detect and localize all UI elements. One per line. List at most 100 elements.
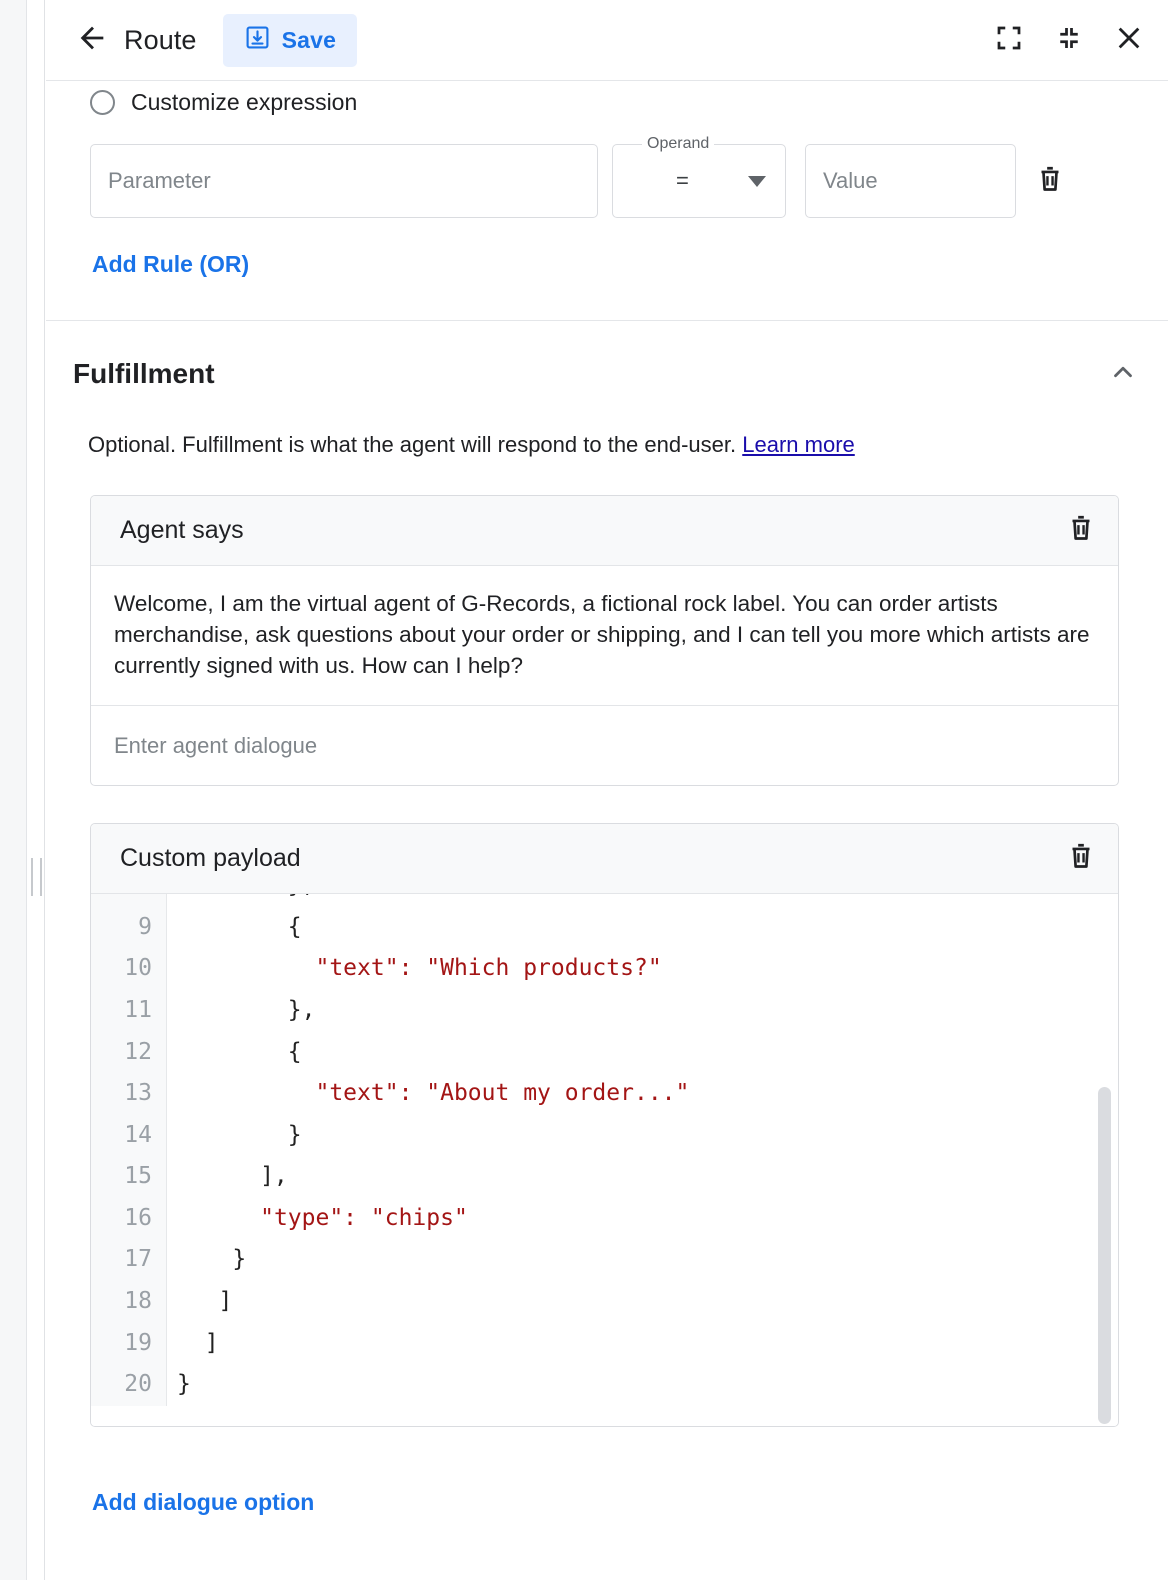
code-line[interactable]: 15 ], [91, 1156, 1118, 1198]
code-line[interactable]: 19 ] [91, 1323, 1118, 1365]
code-line-content[interactable]: { [167, 907, 1118, 949]
code-lines[interactable]: 8 },9 {10 "text": "Which products?"11 },… [91, 894, 1118, 1406]
custom-payload-editor[interactable]: 8 },9 {10 "text": "Which products?"11 },… [91, 894, 1118, 1426]
code-editor-scrollbar[interactable] [1098, 1087, 1111, 1424]
expand-button[interactable] [992, 23, 1026, 57]
page-title: Route [124, 25, 197, 56]
agent-says-card-header: Agent says [91, 496, 1118, 566]
trash-icon [1033, 162, 1067, 201]
code-string-token: "text": "Which products?" [315, 955, 661, 981]
fulfillment-description: Optional. Fulfillment is what the agent … [46, 432, 1168, 458]
fulfillment-header: Fulfillment [46, 321, 1168, 391]
rule-fields-row: Parameter = Operand Value [46, 144, 1168, 218]
code-line-number: 12 [91, 1032, 167, 1074]
learn-more-link[interactable]: Learn more [742, 432, 855, 457]
parameter-input[interactable]: Parameter [90, 144, 598, 218]
custom-payload-card-header: Custom payload [91, 824, 1118, 894]
panel-header: Route Save [46, 0, 1168, 81]
agent-says-message[interactable]: Welcome, I am the virtual agent of G-Rec… [91, 566, 1118, 706]
code-line[interactable]: 11 }, [91, 990, 1118, 1032]
condition-section: Customize expression Parameter = Operand… [46, 85, 1168, 321]
code-line-content[interactable]: "text": "Which products?" [167, 948, 1118, 990]
panel-resize-grip[interactable] [31, 858, 42, 896]
code-line[interactable]: 16 "type": "chips" [91, 1198, 1118, 1240]
left-background-gutter [0, 0, 27, 1580]
agent-dialogue-placeholder: Enter agent dialogue [114, 733, 317, 759]
save-button[interactable]: Save [223, 14, 358, 67]
delete-rule-button[interactable] [1033, 162, 1067, 201]
code-line-content[interactable]: "type": "chips" [167, 1198, 1118, 1240]
chevron-up-icon [1108, 357, 1138, 392]
code-line-content[interactable]: ], [167, 1156, 1118, 1198]
code-line[interactable]: 9 { [91, 907, 1118, 949]
fulfillment-description-text: Optional. Fulfillment is what the agent … [88, 432, 742, 457]
save-icon [244, 24, 271, 56]
arrow-left-icon [75, 21, 109, 60]
parameter-placeholder: Parameter [108, 168, 211, 194]
agent-dialogue-input[interactable]: Enter agent dialogue [91, 706, 1118, 785]
code-line[interactable]: 8 }, [91, 894, 1118, 907]
trash-icon [1064, 839, 1098, 878]
close-button[interactable] [1112, 23, 1146, 57]
back-button[interactable] [72, 20, 112, 60]
code-line-content[interactable]: } [167, 1239, 1118, 1281]
trash-icon [1064, 511, 1098, 550]
custom-payload-title: Custom payload [120, 844, 301, 873]
code-line-number: 18 [91, 1281, 167, 1323]
code-scroll-area[interactable]: 8 },9 {10 "text": "Which products?"11 },… [91, 894, 1118, 1426]
code-line-number: 9 [91, 907, 167, 949]
add-rule-button[interactable]: Add Rule (OR) [46, 251, 249, 320]
fulfillment-title: Fulfillment [73, 358, 215, 390]
code-line-number: 8 [91, 894, 167, 907]
operand-select-box[interactable]: = [612, 144, 786, 218]
value-placeholder: Value [823, 168, 878, 194]
customize-expression-radio-row[interactable]: Customize expression [46, 85, 1168, 119]
operand-field-label: Operand [642, 134, 714, 154]
code-line-content[interactable]: ] [167, 1281, 1118, 1323]
save-button-label: Save [282, 27, 337, 54]
code-line[interactable]: 10 "text": "Which products?" [91, 948, 1118, 990]
fullscreen-expand-icon [994, 23, 1024, 58]
fulfillment-collapse-button[interactable] [1106, 357, 1140, 391]
code-line-content[interactable]: { [167, 1032, 1118, 1074]
code-line-number: 17 [91, 1239, 167, 1281]
code-line-number: 13 [91, 1073, 167, 1115]
custom-payload-card: Custom payload 8 },9 [90, 823, 1119, 1427]
fullscreen-collapse-icon [1054, 23, 1084, 58]
value-input[interactable]: Value [805, 144, 1016, 218]
code-line-content[interactable]: }, [167, 990, 1118, 1032]
chevron-down-icon [748, 176, 766, 187]
code-line-content[interactable]: } [167, 1364, 1118, 1406]
code-line[interactable]: 18 ] [91, 1281, 1118, 1323]
customize-expression-label: Customize expression [131, 89, 357, 116]
code-line-content[interactable]: "text": "About my order..." [167, 1073, 1118, 1115]
code-line-content[interactable]: } [167, 1115, 1118, 1157]
agent-says-card: Agent says Welcome, I am the virtual age… [90, 495, 1119, 786]
code-line-number: 16 [91, 1198, 167, 1240]
route-panel: Route Save [46, 0, 1168, 1580]
code-line[interactable]: 20} [91, 1364, 1118, 1406]
delete-agent-says-button[interactable] [1064, 511, 1098, 550]
code-line-number: 10 [91, 948, 167, 990]
code-line-content[interactable]: ] [167, 1323, 1118, 1365]
code-line-number: 11 [91, 990, 167, 1032]
code-line[interactable]: 13 "text": "About my order..." [91, 1073, 1118, 1115]
code-line[interactable]: 12 { [91, 1032, 1118, 1074]
code-string-token: "text": "About my order..." [315, 1080, 689, 1106]
code-line-number: 19 [91, 1323, 167, 1365]
code-line-number: 15 [91, 1156, 167, 1198]
operand-select[interactable]: = Operand [612, 144, 786, 218]
code-line-number: 14 [91, 1115, 167, 1157]
code-line-content[interactable]: }, [167, 894, 1118, 907]
left-rail [28, 0, 45, 1580]
code-line[interactable]: 17 } [91, 1239, 1118, 1281]
radio-unselected-icon[interactable] [90, 90, 115, 115]
collapse-button[interactable] [1052, 23, 1086, 57]
close-icon [1113, 22, 1145, 59]
code-line[interactable]: 14 } [91, 1115, 1118, 1157]
operand-value: = [676, 168, 689, 194]
add-dialogue-option-button[interactable]: Add dialogue option [46, 1489, 314, 1516]
fulfillment-section: Fulfillment Optional. Fulfillment is wha… [46, 321, 1168, 1516]
delete-custom-payload-button[interactable] [1064, 839, 1098, 878]
code-line-number: 20 [91, 1364, 167, 1406]
